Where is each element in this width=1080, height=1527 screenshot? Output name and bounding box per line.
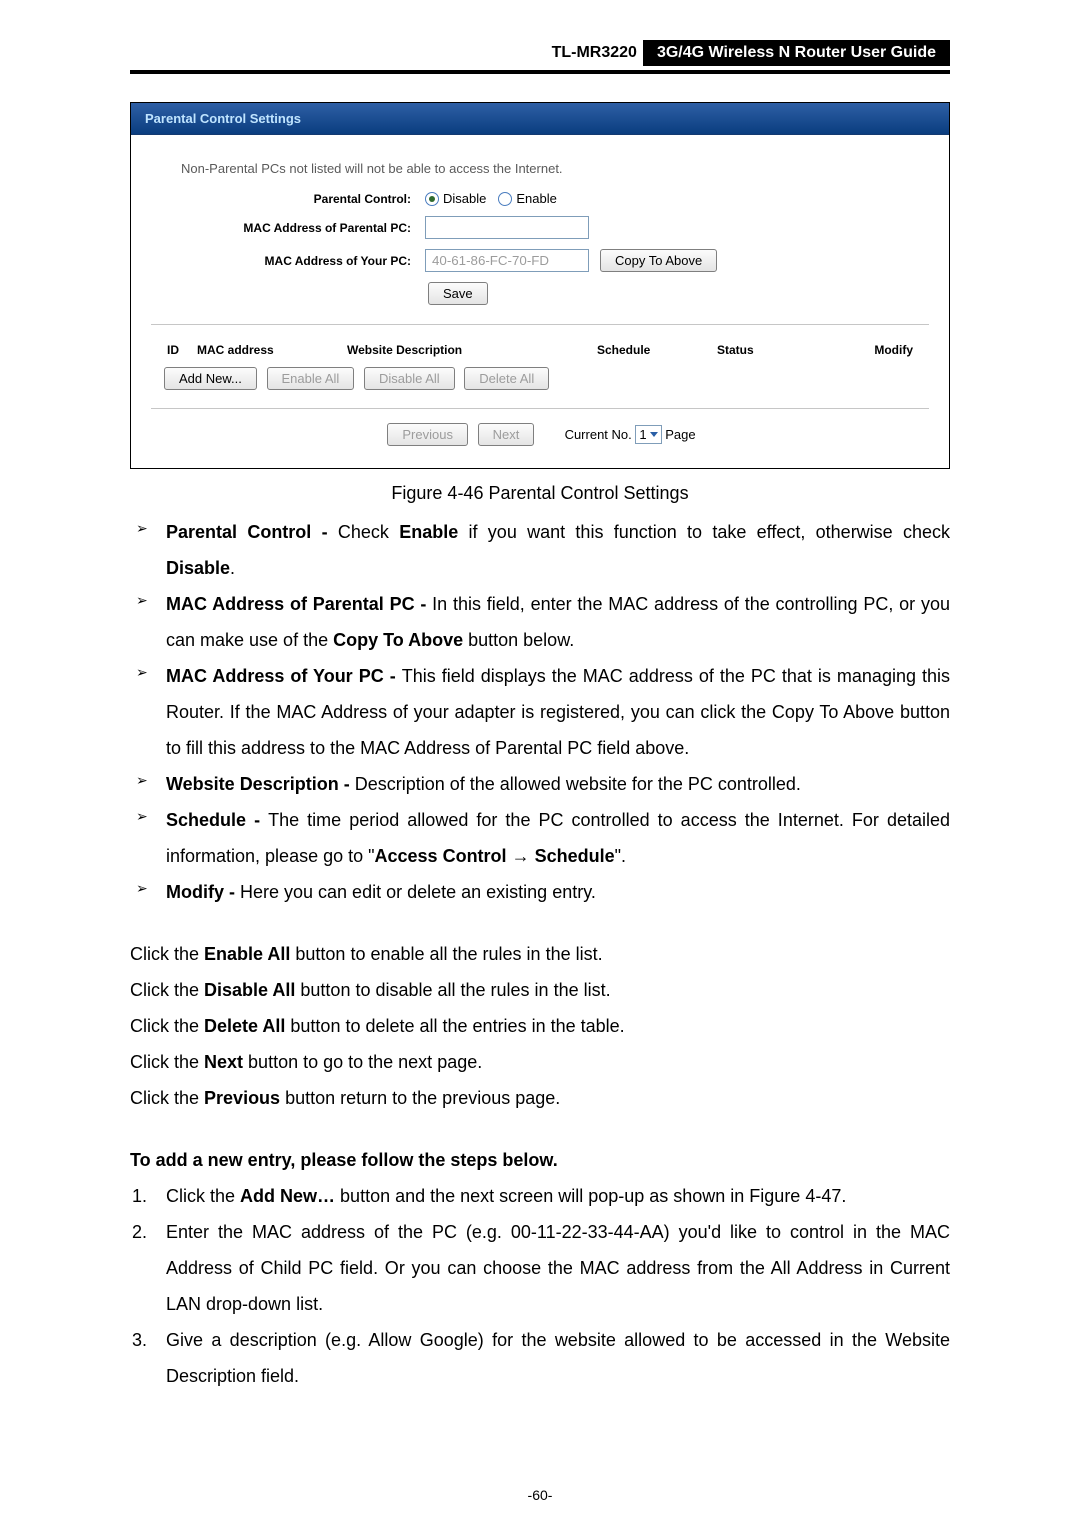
model-label: TL-MR3220 (130, 40, 643, 66)
add-new-button[interactable]: Add New... (164, 367, 257, 390)
list-item: Parental Control - Check Enable if you w… (130, 514, 950, 586)
router-settings-panel: Parental Control Settings Non-Parental P… (130, 102, 950, 469)
col-status: Status (717, 343, 807, 357)
current-no-label: Current No. (565, 427, 632, 442)
input-mac-parental[interactable] (425, 216, 589, 239)
steps-title: To add a new entry, please follow the st… (130, 1142, 950, 1178)
radio-enable[interactable] (498, 192, 512, 206)
separator-1 (151, 324, 929, 325)
label-parental-control: Parental Control: (161, 192, 425, 206)
header-rule (130, 70, 950, 74)
radio-enable-label: Enable (516, 191, 556, 206)
delete-all-button[interactable]: Delete All (464, 367, 549, 390)
col-desc: Website Description (347, 343, 597, 357)
page-select-value: 1 (639, 427, 646, 442)
enable-all-button[interactable]: Enable All (267, 367, 355, 390)
col-mac: MAC address (197, 343, 347, 357)
previous-button[interactable]: Previous (387, 423, 468, 446)
list-item: Modify - Here you can edit or delete an … (130, 874, 950, 910)
list-item: Give a description (e.g. Allow Google) f… (130, 1322, 950, 1394)
pager: Previous Next Current No. 1 Page (161, 423, 919, 450)
col-modify: Modify (807, 343, 913, 357)
plain-line: Click the Previous button return to the … (130, 1080, 950, 1116)
row-mac-parental: MAC Address of Parental PC: (161, 211, 919, 244)
col-id: ID (167, 343, 197, 357)
numbered-list: Click the Add New… button and the next s… (130, 1178, 950, 1394)
plain-line: Click the Disable All button to disable … (130, 972, 950, 1008)
row-save: Save (161, 277, 919, 310)
next-button[interactable]: Next (478, 423, 535, 446)
figure-caption: Figure 4-46 Parental Control Settings (130, 483, 950, 504)
separator-2 (151, 408, 929, 409)
list-item: Website Description - Description of the… (130, 766, 950, 802)
label-mac-parental: MAC Address of Parental PC: (161, 221, 425, 235)
copy-to-above-button[interactable]: Copy To Above (600, 249, 717, 272)
guide-title: 3G/4G Wireless N Router User Guide (643, 40, 950, 66)
table-button-row: Add New... Enable All Disable All Delete… (161, 361, 919, 394)
row-mac-your: MAC Address of Your PC: Copy To Above (161, 244, 919, 277)
list-item: MAC Address of Parental PC - In this fie… (130, 586, 950, 658)
list-item: MAC Address of Your PC - This field disp… (130, 658, 950, 766)
chevron-down-icon (650, 432, 658, 437)
list-item: Schedule - The time period allowed for t… (130, 802, 950, 874)
col-sched: Schedule (597, 343, 717, 357)
save-button[interactable]: Save (428, 282, 488, 305)
plain-line: Click the Next button to go to the next … (130, 1044, 950, 1080)
table-header: ID MAC address Website Description Sched… (161, 339, 919, 361)
page-select[interactable]: 1 (635, 425, 661, 444)
plain-line: Click the Delete All button to delete al… (130, 1008, 950, 1044)
input-mac-your[interactable] (425, 249, 589, 272)
page-number: -60- (0, 1487, 1080, 1503)
radio-disable-label: Disable (443, 191, 486, 206)
label-mac-your: MAC Address of Your PC: (161, 254, 425, 268)
list-item: Click the Add New… button and the next s… (130, 1178, 950, 1214)
disable-all-button[interactable]: Disable All (364, 367, 455, 390)
plain-line: Click the Enable All button to enable al… (130, 936, 950, 972)
radio-disable[interactable] (425, 192, 439, 206)
bullet-list: Parental Control - Check Enable if you w… (130, 514, 950, 910)
row-parental-control: Parental Control: Disable Enable (161, 186, 919, 211)
note-text: Non-Parental PCs not listed will not be … (161, 153, 919, 186)
page-label: Page (665, 427, 695, 442)
page-header: TL-MR3220 3G/4G Wireless N Router User G… (130, 40, 950, 66)
panel-title: Parental Control Settings (131, 103, 949, 135)
list-item: Enter the MAC address of the PC (e.g. 00… (130, 1214, 950, 1322)
